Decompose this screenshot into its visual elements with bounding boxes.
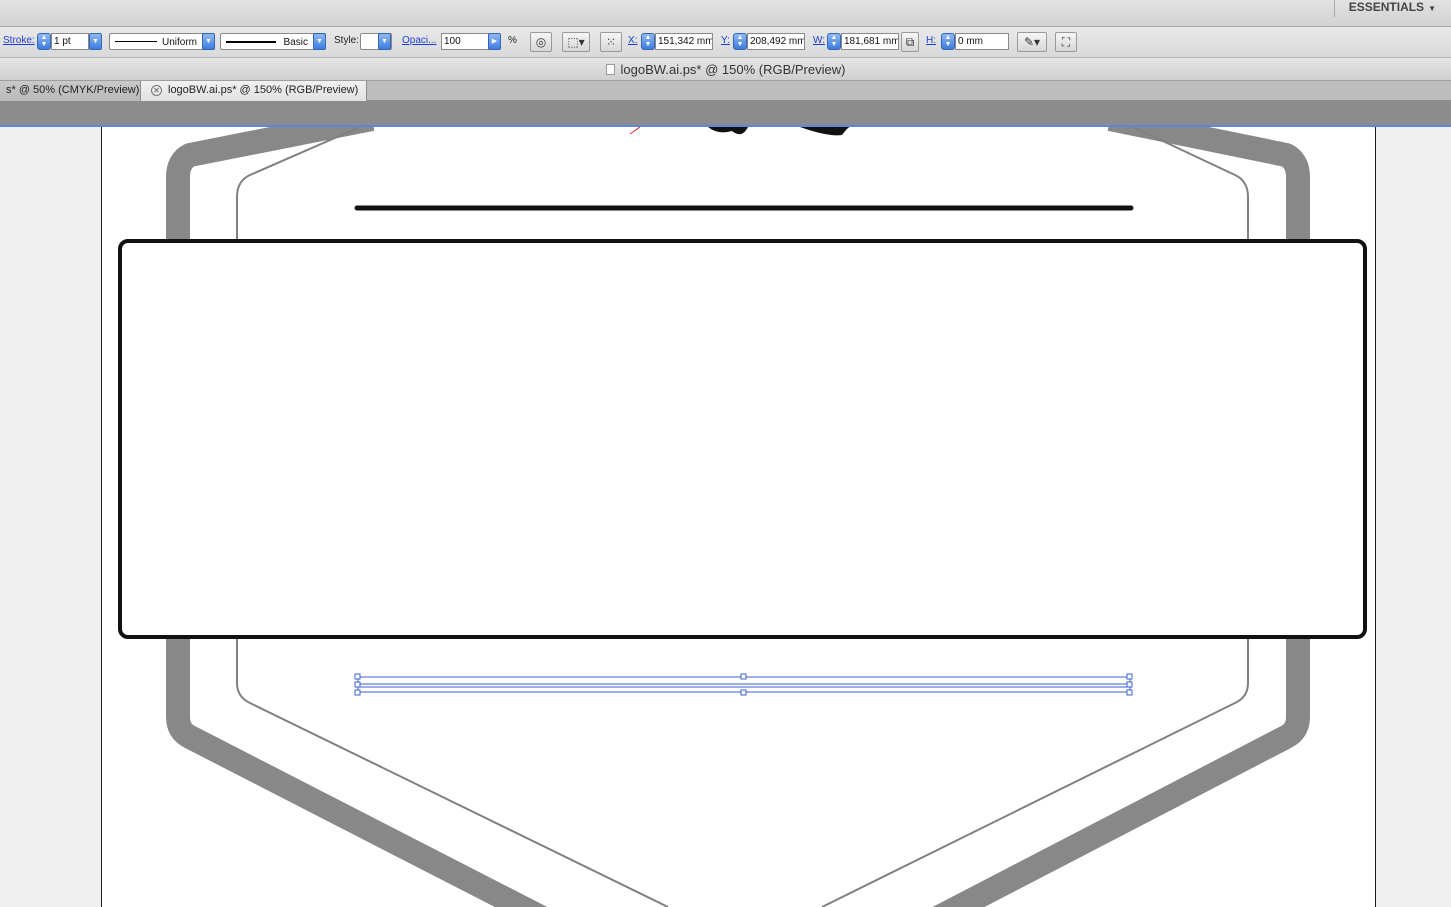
brush-preview-line bbox=[226, 41, 276, 43]
width-link[interactable]: W: bbox=[813, 35, 825, 47]
x-stepper[interactable]: ▲ ▼ bbox=[641, 33, 655, 50]
width-stepper[interactable]: ▲ ▼ bbox=[827, 33, 841, 50]
opacity-panel-link[interactable]: Opaci... bbox=[402, 35, 436, 47]
handle-bottom-middle bbox=[740, 689, 747, 696]
y-stepper[interactable]: ▲ ▼ bbox=[733, 33, 747, 50]
application-bar: ESSENTIALS ▼ bbox=[0, 0, 1451, 27]
variable-width-label: Uniform bbox=[161, 37, 197, 48]
height-stepper[interactable]: ▲ ▼ bbox=[941, 33, 955, 50]
close-icon[interactable]: ✕ bbox=[151, 85, 162, 96]
tab-label: logoBW.ai.ps* @ 150% (RGB/Preview) bbox=[168, 84, 359, 96]
document-icon bbox=[605, 64, 615, 75]
chevron-down-icon: ▼ bbox=[1428, 4, 1436, 13]
stroke-weight-dropdown[interactable]: ▼ bbox=[89, 33, 102, 50]
stroke-weight-input[interactable]: 1 pt bbox=[51, 33, 89, 50]
isolate-selected-icon[interactable]: ✎▾ bbox=[1017, 32, 1047, 52]
emblem-fragment bbox=[708, 127, 748, 135]
x-position-input[interactable]: 151,342 mm bbox=[655, 33, 713, 50]
variable-width-profile-select[interactable]: Uniform bbox=[109, 33, 215, 50]
opacity-unit: % bbox=[508, 35, 517, 46]
handle-top-left bbox=[354, 673, 361, 680]
stroke-weight-stepper[interactable]: ▲ ▼ bbox=[37, 33, 51, 50]
recolor-artwork-icon[interactable]: ◎ bbox=[530, 32, 552, 52]
stroke-preview-line bbox=[115, 41, 157, 42]
banner-rectangle bbox=[118, 239, 1367, 639]
control-panel: Stroke: ▲ ▼ 1 pt ▼ Uniform ▼ Basic ▼ Styl… bbox=[0, 27, 1451, 58]
panel-menu-icon[interactable]: ⛶ bbox=[1055, 32, 1077, 52]
handle-bottom-left bbox=[354, 689, 361, 696]
handle-top-middle bbox=[740, 673, 747, 680]
style-label: Style: bbox=[334, 35, 360, 46]
variable-width-dropdown[interactable]: ▼ bbox=[202, 33, 215, 50]
align-to-selection-icon[interactable]: ⬚▾ bbox=[562, 32, 590, 52]
ruler-gap bbox=[0, 101, 1451, 127]
document-title-bar: logoBW.ai.ps* @ 150% (RGB/Preview) bbox=[0, 58, 1451, 81]
handle-middle-right bbox=[1126, 681, 1133, 688]
y-position-link[interactable]: Y: bbox=[721, 35, 730, 47]
workspace-label: ESSENTIALS bbox=[1348, 0, 1425, 14]
document-tabs: s* @ 50% (CMYK/Preview) ✕ logoBW.ai.ps* @… bbox=[0, 81, 1451, 101]
tab-label: s* @ 50% (CMYK/Preview) bbox=[6, 84, 140, 96]
emblem-fragment-right bbox=[800, 127, 850, 136]
opacity-input[interactable]: 100 bbox=[441, 33, 489, 50]
y-position-input[interactable]: 208,492 mm bbox=[747, 33, 805, 50]
brush-dropdown[interactable]: ▼ bbox=[313, 33, 326, 50]
emblem-red-stroke bbox=[629, 127, 641, 135]
graphic-style-dropdown[interactable]: ▼ bbox=[378, 33, 391, 50]
tab-logobw-document[interactable]: ✕ logoBW.ai.ps* @ 150% (RGB/Preview) bbox=[141, 81, 367, 101]
brush-definition-select[interactable]: Basic bbox=[220, 33, 326, 50]
artwork[interactable] bbox=[0, 127, 1451, 907]
height-link[interactable]: H: bbox=[926, 35, 936, 47]
opacity-slider-toggle[interactable]: ▶ bbox=[488, 33, 501, 50]
x-position-link[interactable]: X: bbox=[628, 35, 637, 47]
document-canvas[interactable] bbox=[0, 127, 1451, 907]
handle-bottom-right bbox=[1126, 689, 1133, 696]
brush-label: Basic bbox=[283, 37, 308, 48]
stroke-panel-link[interactable]: Stroke: bbox=[3, 35, 35, 47]
workspace-switcher[interactable]: ESSENTIALS ▼ bbox=[1333, 0, 1451, 17]
height-input[interactable]: 0 mm bbox=[955, 33, 1009, 50]
tab-cmyk-document[interactable]: s* @ 50% (CMYK/Preview) bbox=[0, 81, 141, 101]
handle-top-right bbox=[1126, 673, 1133, 680]
selection-bounding-box[interactable] bbox=[354, 673, 1133, 696]
document-title: logoBW.ai.ps* @ 150% (RGB/Preview) bbox=[620, 62, 846, 77]
reference-point-icon[interactable]: ⁙ bbox=[600, 32, 622, 52]
width-input[interactable]: 181,681 mm bbox=[841, 33, 899, 50]
constrain-proportions-icon[interactable]: ⧉ bbox=[901, 32, 919, 52]
handle-middle-left bbox=[354, 681, 361, 688]
